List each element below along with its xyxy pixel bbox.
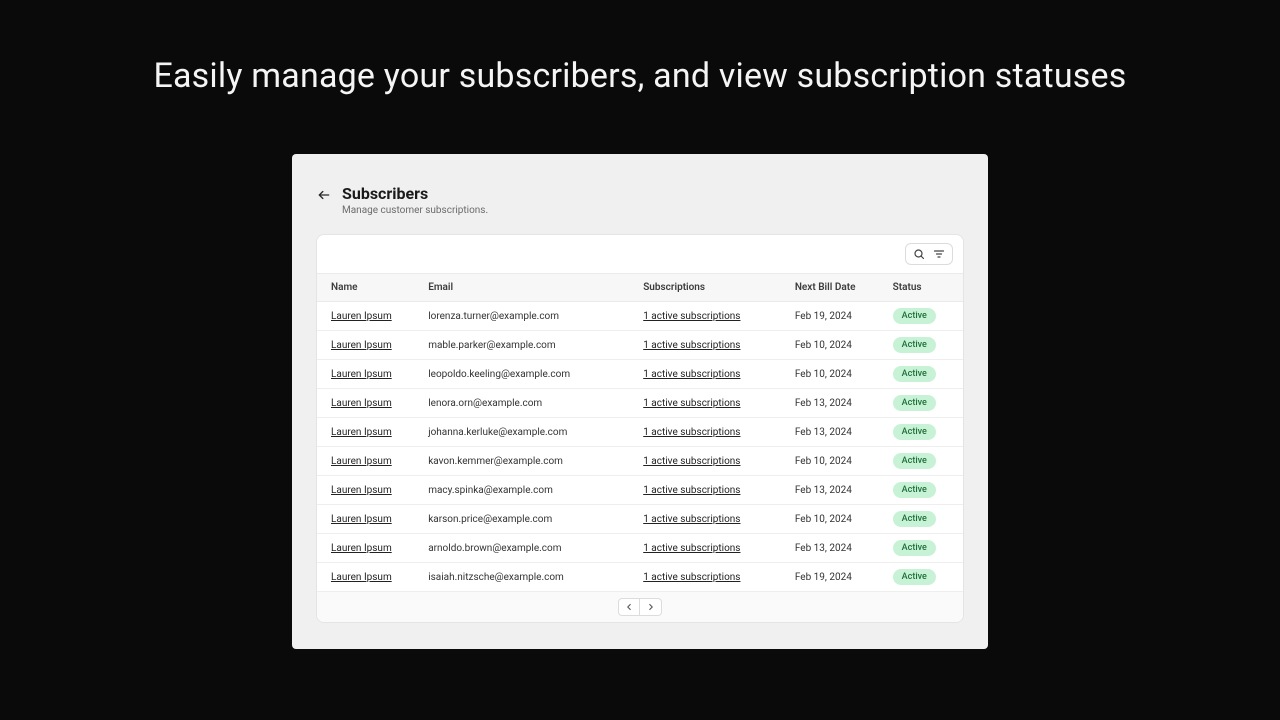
subscriber-name-link[interactable]: Lauren Ipsum: [331, 427, 392, 438]
table-row: Lauren Ipsum lenora.orn@example.com 1 acti…: [317, 389, 963, 418]
status-badge: Active: [893, 308, 936, 324]
subscriber-email: macy.spinka@example.com: [420, 476, 635, 505]
subscriber-email: isaiah.nitzsche@example.com: [420, 563, 635, 592]
subscriptions-link[interactable]: 1 active subscriptions: [643, 572, 740, 583]
subscriber-email: johanna.kerluke@example.com: [420, 418, 635, 447]
table-row: Lauren Ipsum johanna.kerluke@example.com 1…: [317, 418, 963, 447]
subscriptions-link[interactable]: 1 active subscriptions: [643, 369, 740, 380]
table-row: Lauren Ipsum leopoldo.keeling@example.com…: [317, 360, 963, 389]
status-badge: Active: [893, 569, 936, 585]
table-row: Lauren Ipsum kavon.kemmer@example.com 1 ac…: [317, 447, 963, 476]
subscriptions-link[interactable]: 1 active subscriptions: [643, 311, 740, 322]
chevron-left-icon: [624, 602, 634, 612]
subscriber-name-link[interactable]: Lauren Ipsum: [331, 543, 392, 554]
col-header-next[interactable]: Next Bill Date: [787, 274, 885, 302]
status-badge: Active: [893, 366, 936, 382]
subscriptions-link[interactable]: 1 active subscriptions: [643, 427, 740, 438]
status-badge: Active: [893, 453, 936, 469]
col-header-name[interactable]: Name: [317, 274, 420, 302]
subscriptions-link[interactable]: 1 active subscriptions: [643, 485, 740, 496]
subscriber-email: lorenza.turner@example.com: [420, 302, 635, 331]
table-row: Lauren Ipsum macy.spinka@example.com 1 act…: [317, 476, 963, 505]
subscriber-email: leopoldo.keeling@example.com: [420, 360, 635, 389]
hero-heading: Easily manage your subscribers, and view…: [0, 0, 1280, 96]
arrow-left-icon: [317, 188, 331, 202]
status-badge: Active: [893, 511, 936, 527]
subscriber-email: karson.price@example.com: [420, 505, 635, 534]
next-bill-date: Feb 10, 2024: [787, 505, 885, 534]
next-bill-date: Feb 19, 2024: [787, 563, 885, 592]
subscribers-table: Name Email Subscriptions Next Bill Date …: [317, 273, 963, 592]
subscriptions-link[interactable]: 1 active subscriptions: [643, 456, 740, 467]
table-row: Lauren Ipsum arnoldo.brown@example.com 1 a…: [317, 534, 963, 563]
subscriptions-link[interactable]: 1 active subscriptions: [643, 543, 740, 554]
subscriber-email: mable.parker@example.com: [420, 331, 635, 360]
filter-icon: [933, 248, 945, 260]
subscriptions-link[interactable]: 1 active subscriptions: [643, 340, 740, 351]
col-header-subs[interactable]: Subscriptions: [635, 274, 787, 302]
toolbar-pill: [905, 243, 953, 265]
subscriptions-link[interactable]: 1 active subscriptions: [643, 514, 740, 525]
subscriber-name-link[interactable]: Lauren Ipsum: [331, 572, 392, 583]
back-button[interactable]: [316, 187, 332, 203]
page-title: Subscribers: [342, 184, 488, 203]
subscriber-email: lenora.orn@example.com: [420, 389, 635, 418]
subscriber-name-link[interactable]: Lauren Ipsum: [331, 369, 392, 380]
status-badge: Active: [893, 395, 936, 411]
subscriber-name-link[interactable]: Lauren Ipsum: [331, 514, 392, 525]
subscriber-name-link[interactable]: Lauren Ipsum: [331, 340, 392, 351]
next-bill-date: Feb 19, 2024: [787, 302, 885, 331]
table-row: Lauren Ipsum mable.parker@example.com 1 ac…: [317, 331, 963, 360]
next-bill-date: Feb 10, 2024: [787, 447, 885, 476]
subscriber-name-link[interactable]: Lauren Ipsum: [331, 485, 392, 496]
prev-page-button[interactable]: [618, 598, 640, 616]
table-row: Lauren Ipsum karson.price@example.com 1 ac…: [317, 505, 963, 534]
search-icon: [913, 248, 925, 260]
filter-button[interactable]: [932, 247, 946, 261]
status-badge: Active: [893, 337, 936, 353]
search-button[interactable]: [912, 247, 926, 261]
subscriber-name-link[interactable]: Lauren Ipsum: [331, 398, 392, 409]
page-subtitle: Manage customer subscriptions.: [342, 205, 488, 216]
next-bill-date: Feb 13, 2024: [787, 534, 885, 563]
subscriptions-link[interactable]: 1 active subscriptions: [643, 398, 740, 409]
app-window: Subscribers Manage customer subscription…: [292, 154, 988, 649]
status-badge: Active: [893, 540, 936, 556]
status-badge: Active: [893, 482, 936, 498]
next-bill-date: Feb 13, 2024: [787, 418, 885, 447]
table-row: Lauren Ipsum lorenza.turner@example.com 1 …: [317, 302, 963, 331]
next-page-button[interactable]: [640, 598, 662, 616]
card-toolbar: [317, 235, 963, 273]
subscribers-card: Name Email Subscriptions Next Bill Date …: [316, 234, 964, 623]
subscriber-email: kavon.kemmer@example.com: [420, 447, 635, 476]
subscriber-name-link[interactable]: Lauren Ipsum: [331, 311, 392, 322]
subscriber-email: arnoldo.brown@example.com: [420, 534, 635, 563]
pagination: [317, 592, 963, 622]
subscriber-name-link[interactable]: Lauren Ipsum: [331, 456, 392, 467]
next-bill-date: Feb 13, 2024: [787, 389, 885, 418]
next-bill-date: Feb 10, 2024: [787, 360, 885, 389]
next-bill-date: Feb 13, 2024: [787, 476, 885, 505]
col-header-status[interactable]: Status: [885, 274, 963, 302]
status-badge: Active: [893, 424, 936, 440]
table-row: Lauren Ipsum isaiah.nitzsche@example.com 1…: [317, 563, 963, 592]
chevron-right-icon: [646, 602, 656, 612]
page-header: Subscribers Manage customer subscription…: [316, 184, 964, 216]
next-bill-date: Feb 10, 2024: [787, 331, 885, 360]
col-header-email[interactable]: Email: [420, 274, 635, 302]
